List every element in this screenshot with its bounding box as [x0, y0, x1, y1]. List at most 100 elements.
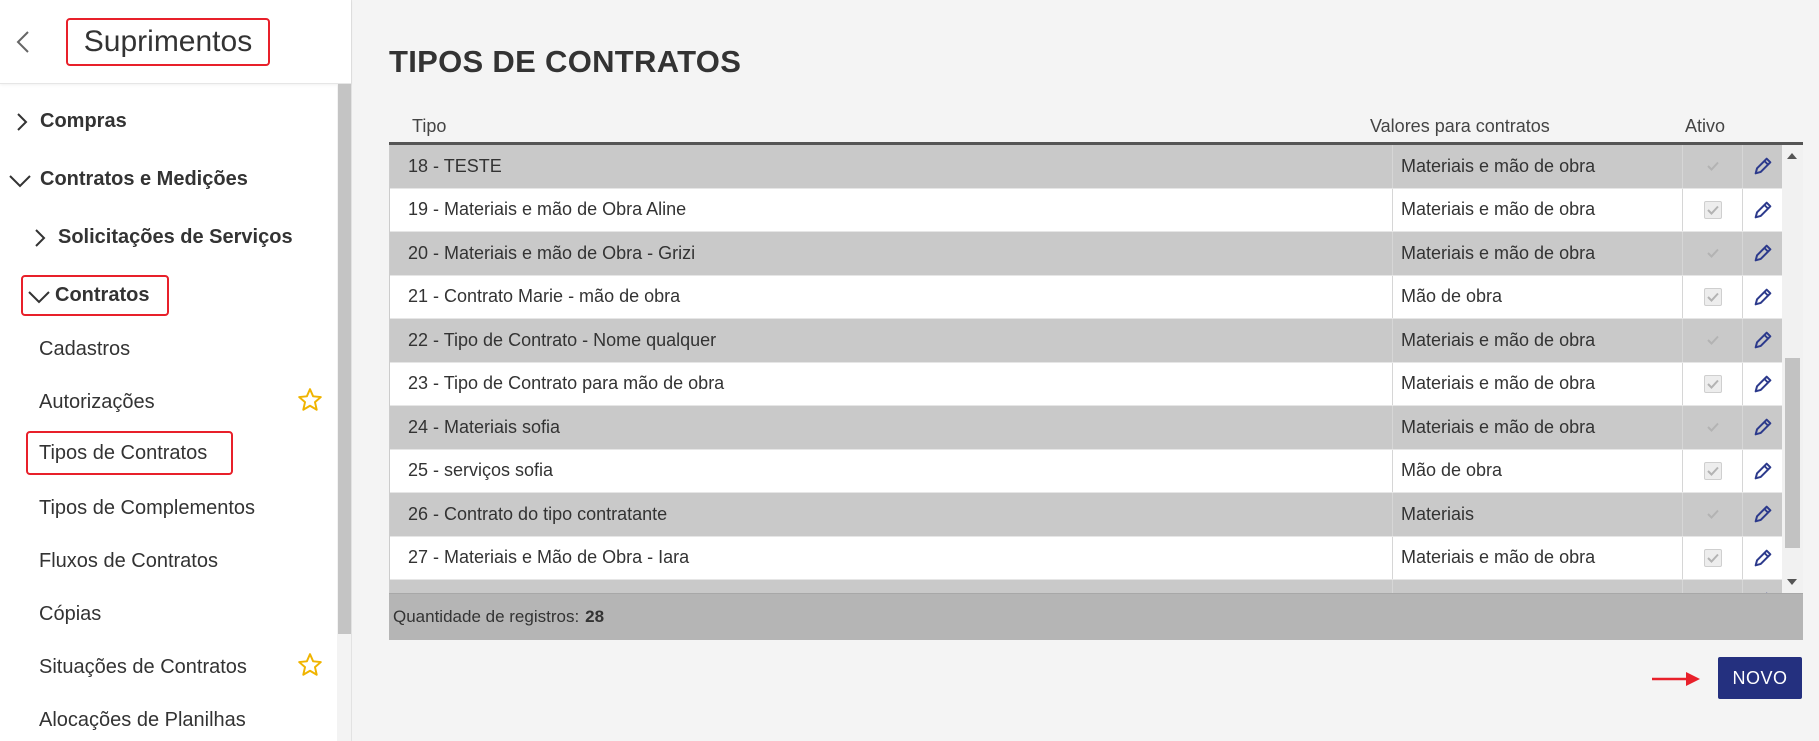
sidebar-header: Suprimentos — [0, 0, 351, 84]
active-checkbox[interactable] — [1703, 374, 1722, 393]
sidebar-scrollbar-thumb[interactable] — [338, 84, 351, 634]
grid-body: 18 - TESTE Materiais e mão de obra 19 - Ma… — [389, 145, 1803, 593]
nav-item-contratos[interactable]: Contratos — [21, 275, 169, 316]
cell-valores: Materiais e mão de obra — [1392, 232, 1692, 275]
nav-item-autorizacoes[interactable]: Autorizações — [39, 391, 155, 414]
nav-item-solicitacoes[interactable]: Solicitações de Serviços — [30, 226, 293, 249]
table-row[interactable]: 23 - Tipo de Contrato para mão de obra Ma… — [390, 362, 1783, 406]
nav-item-cadastros[interactable]: Cadastros — [39, 338, 130, 361]
table-row[interactable] — [390, 580, 1783, 593]
table-row[interactable]: 27 - Materiais e Mão de Obra - Iara Mater… — [390, 536, 1783, 580]
edit-button[interactable] — [1742, 580, 1783, 593]
cell-ativo — [1682, 188, 1742, 231]
cell-valores: Materiais — [1392, 493, 1692, 536]
edit-button[interactable] — [1742, 275, 1783, 318]
cell-ativo — [1682, 232, 1742, 275]
column-header-valores[interactable]: Valores para contratos — [1370, 116, 1550, 137]
novo-button[interactable]: NOVO — [1718, 657, 1802, 699]
active-checkbox[interactable] — [1703, 548, 1722, 567]
grid-scrollbar-thumb[interactable] — [1785, 358, 1800, 548]
pencil-icon — [1754, 462, 1772, 480]
table-row[interactable]: 20 - Materiais e mão de Obra - Grizi Mate… — [390, 232, 1783, 276]
edit-button[interactable] — [1742, 406, 1783, 449]
nav-item-compras[interactable]: Compras — [12, 110, 127, 133]
active-checkbox[interactable] — [1703, 418, 1722, 437]
cell-valores: Mão de obra — [1392, 275, 1692, 318]
edit-button[interactable] — [1742, 319, 1783, 362]
edit-button[interactable] — [1742, 188, 1783, 231]
edit-button[interactable] — [1742, 232, 1783, 275]
edit-button[interactable] — [1742, 449, 1783, 492]
table-row[interactable]: 26 - Contrato do tipo contratante Materia… — [390, 493, 1783, 537]
nav-item-fluxos[interactable]: Fluxos de Contratos — [39, 550, 218, 573]
table-row[interactable]: 24 - Materiais sofia Materiais e mão de o… — [390, 406, 1783, 450]
nav-label-situacoes: Situações de Contratos — [39, 656, 247, 678]
edit-button[interactable] — [1742, 493, 1783, 536]
cell-ativo — [1682, 362, 1742, 405]
nav-label-tipos-contratos: Tipos de Contratos — [39, 441, 208, 464]
chevron-down-icon — [9, 174, 31, 187]
favorite-star-icon[interactable] — [297, 652, 323, 678]
check-icon — [1706, 510, 1719, 520]
cell-ativo — [1682, 319, 1742, 362]
edit-button[interactable] — [1742, 362, 1783, 405]
nav-label-fluxos: Fluxos de Contratos — [39, 550, 218, 572]
table-row[interactable]: 19 - Materiais e mão de Obra Aline Materi… — [390, 188, 1783, 232]
active-checkbox[interactable] — [1703, 505, 1722, 524]
active-checkbox[interactable] — [1703, 461, 1722, 480]
check-icon — [1706, 466, 1719, 476]
cell-tipo: 25 - serviços sofia — [408, 460, 554, 481]
back-arrow-icon[interactable] — [12, 28, 36, 56]
table-row[interactable]: 18 - TESTE Materiais e mão de obra — [390, 145, 1783, 189]
cell-ativo — [1682, 449, 1742, 492]
active-checkbox[interactable] — [1703, 200, 1722, 219]
active-checkbox[interactable] — [1703, 157, 1722, 176]
nav-label-cadastros: Cadastros — [39, 338, 131, 360]
page-title: TIPOS DE CONTRATOS — [389, 44, 742, 79]
check-icon — [1706, 292, 1719, 302]
cell-tipo — [408, 580, 1408, 593]
red-arrow-icon — [1652, 672, 1700, 686]
nav-item-tipos-contratos[interactable]: Tipos de Contratos — [26, 431, 233, 475]
favorite-star-icon[interactable] — [297, 387, 323, 413]
nav-label-alocacoes: Alocações de Planilhas — [39, 709, 246, 731]
cell-valores: Mão de obra — [1392, 449, 1692, 492]
nav-label-copias: Cópias — [39, 603, 102, 625]
edit-button[interactable] — [1742, 536, 1783, 579]
nav-label-solicitacoes: Solicitações de Serviços — [58, 226, 293, 248]
cell-ativo — [1682, 536, 1742, 579]
nav-label-autorizacoes: Autorizações — [39, 391, 155, 413]
nav-item-situacoes[interactable]: Situações de Contratos — [39, 656, 247, 679]
cell-tipo: 23 - Tipo de Contrato para mão de obra — [408, 373, 725, 394]
edit-button[interactable] — [1742, 145, 1783, 188]
grid-scrollbar[interactable] — [1782, 145, 1803, 593]
nav-item-contratos-medicoes[interactable]: Contratos e Medições — [8, 168, 248, 191]
nav-item-alocacoes[interactable]: Alocações de Planilhas — [39, 709, 246, 732]
active-checkbox[interactable] — [1703, 287, 1722, 306]
cell-tipo: 22 - Tipo de Contrato - Nome qualquer — [408, 329, 717, 350]
scroll-up-icon[interactable] — [1787, 153, 1797, 159]
record-count-label: Quantidade de registros: — [393, 607, 580, 626]
contract-types-grid: Tipo Valores para contratos Ativo 18 - T… — [389, 108, 1803, 640]
cell-tipo: 27 - Materiais e Mão de Obra - Iara — [408, 547, 690, 568]
column-header-ativo[interactable]: Ativo — [1685, 116, 1725, 137]
cell-ativo — [1682, 145, 1742, 188]
chevron-right-icon — [35, 228, 46, 247]
cell-ativo — [1682, 493, 1742, 536]
column-header-tipo[interactable]: Tipo — [412, 116, 446, 137]
cell-valores: Materiais e mão de obra — [1392, 406, 1692, 449]
active-checkbox[interactable] — [1703, 331, 1722, 350]
table-row[interactable]: 25 - serviços sofia Mão de obra — [390, 449, 1783, 493]
pencil-icon — [1754, 288, 1772, 306]
table-row[interactable]: 21 - Contrato Marie - mão de obra Mão de … — [390, 275, 1783, 319]
pencil-icon — [1754, 201, 1772, 219]
nav-item-tipos-complementos[interactable]: Tipos de Complementos — [39, 497, 255, 520]
cell-valores: Materiais e mão de obra — [1392, 145, 1692, 188]
cell-ativo — [1682, 580, 1742, 593]
nav-label-contratos-medicoes: Contratos e Medições — [40, 168, 248, 190]
scroll-down-icon[interactable] — [1787, 579, 1797, 585]
table-row[interactable]: 22 - Tipo de Contrato - Nome qualquer Mat… — [390, 319, 1783, 363]
record-count-value: 28 — [585, 607, 605, 626]
nav-item-copias[interactable]: Cópias — [39, 603, 101, 626]
active-checkbox[interactable] — [1703, 244, 1722, 263]
